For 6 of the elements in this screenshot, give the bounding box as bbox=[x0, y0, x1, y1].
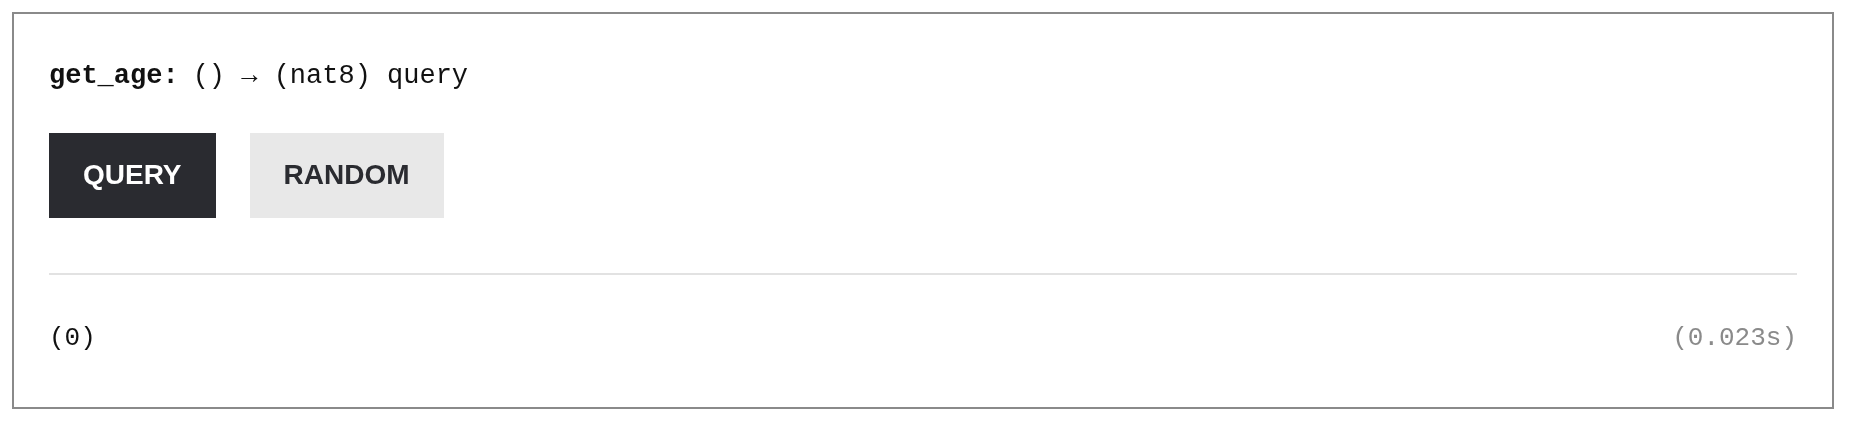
result-value: (0) bbox=[49, 321, 96, 355]
query-button[interactable]: QUERY bbox=[49, 132, 216, 218]
random-button[interactable]: RANDOM bbox=[249, 132, 444, 218]
method-name: get_age: bbox=[49, 60, 179, 93]
method-signature: () → (nat8) query bbox=[192, 60, 469, 93]
elapsed-time: (0.023s) bbox=[1672, 321, 1797, 355]
